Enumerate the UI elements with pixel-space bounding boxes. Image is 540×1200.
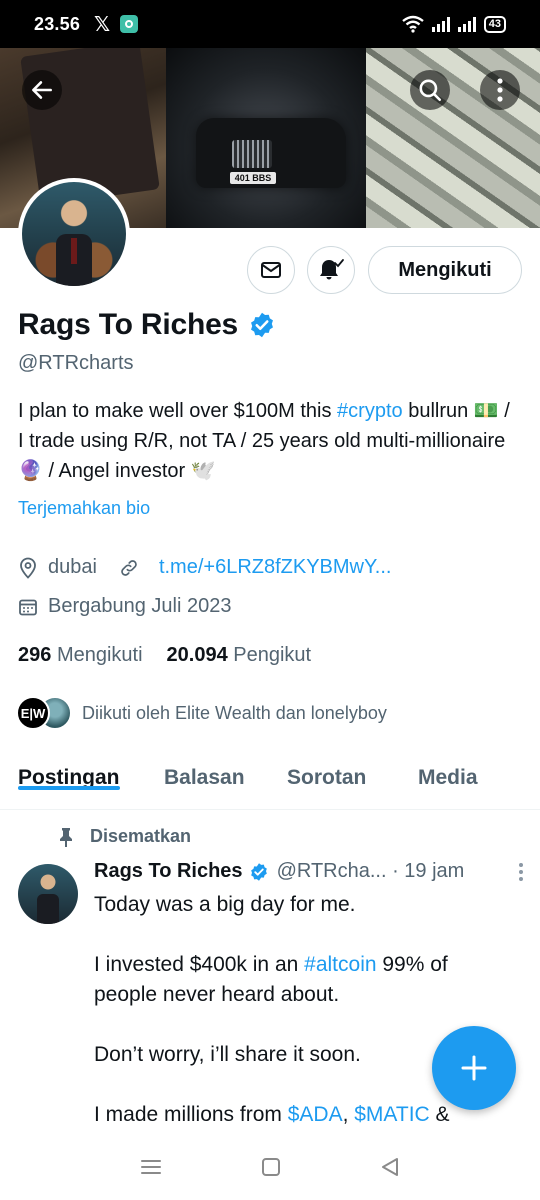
followers-label: Pengikut <box>233 644 312 666</box>
profile-stats: 296 Mengikuti 20.094 Pengikut <box>18 644 311 667</box>
battery-indicator: 43 <box>483 15 506 33</box>
profile-tabs: Postingan Balasan Sorotan Media <box>0 748 540 810</box>
profile-website-link[interactable]: t.me/+6LRZ8fZKYBMwY... <box>159 556 392 579</box>
calendar-icon <box>19 599 37 615</box>
verified-badge-icon <box>250 862 267 881</box>
tweet-text-segment: I made millions from <box>94 1103 288 1126</box>
followed-by-text: Diikuti oleh Elite Wealth dan lonelyboy <box>82 702 387 723</box>
tweet-more-icon[interactable] <box>518 862 524 882</box>
tweet-text-segment: , <box>342 1103 355 1126</box>
status-indicators: 43 <box>402 15 506 33</box>
signal-1-icon <box>431 16 450 32</box>
bell-check-icon <box>320 259 344 280</box>
bio-hashtag-crypto[interactable]: #crypto <box>337 400 403 422</box>
verified-badge-icon[interactable] <box>248 311 276 339</box>
profile-meta-joined: Bergabung Juli 2023 <box>18 595 231 618</box>
system-navigation-bar <box>0 1134 540 1200</box>
tweet-paragraph-1: Today was a big day for me. <box>94 893 356 916</box>
back-triangle-icon[interactable] <box>380 1157 400 1177</box>
pin-icon <box>60 827 72 847</box>
link-icon <box>121 559 137 576</box>
back-button[interactable] <box>22 70 62 110</box>
app-notification-icon <box>120 15 139 33</box>
pinned-indicator: Disematkan <box>58 826 191 847</box>
cashtag-ada[interactable]: $ADA <box>288 1103 343 1126</box>
search-button[interactable] <box>410 70 450 110</box>
following-stat[interactable]: 296 Mengikuti <box>18 644 143 667</box>
joined-text: Bergabung Juli 2023 <box>48 595 232 617</box>
status-bar: 23.56 𝕏 43 <box>0 0 540 48</box>
location-text: dubai <box>48 556 97 578</box>
hashtag-altcoin[interactable]: #altcoin <box>304 953 376 976</box>
followers-stat[interactable]: 20.094 Pengikut <box>167 644 312 667</box>
search-icon <box>419 79 442 102</box>
following-button[interactable]: Mengikuti <box>368 246 522 294</box>
followed-by-row[interactable]: E|W Diikuti oleh Elite Wealth dan lonely… <box>16 696 387 730</box>
envelope-icon <box>261 262 281 278</box>
plus-icon <box>461 1055 487 1081</box>
avatar-image <box>22 182 126 286</box>
tab-highlights[interactable]: Sorotan <box>287 748 366 790</box>
banner-car-image: 401 BBS <box>166 48 366 228</box>
translate-bio-link[interactable]: Terjemahkan bio <box>18 498 150 519</box>
tweet-paragraph-4: I made millions from $ADA, $MATIC & <box>94 1100 514 1130</box>
notifications-button[interactable] <box>307 246 355 294</box>
tab-replies[interactable]: Balasan <box>164 748 245 790</box>
bio-text-1: I plan to make well over $100M this <box>18 400 338 422</box>
home-icon[interactable] <box>261 1157 281 1177</box>
location-pin-icon <box>20 557 36 579</box>
profile-name: Rags To Riches <box>18 308 239 341</box>
tweet-author-name[interactable]: Rags To Riches <box>94 860 243 883</box>
tweet-handle-time: @RTRcha... · 19 jam <box>276 860 465 882</box>
arrow-left-icon <box>32 81 52 99</box>
elite-wealth-avatar: E|W <box>16 696 50 730</box>
tweet-paragraph-2: I invested $400k in an #altcoin 99% of p… <box>94 950 514 1010</box>
status-time: 23.56 <box>34 13 81 34</box>
tweet-text-segment: & <box>429 1103 450 1126</box>
following-label: Mengikuti <box>56 644 143 666</box>
tweet-header: Rags To Riches @RTRcha... · 19 jam <box>94 860 524 883</box>
tab-posts[interactable]: Postingan <box>18 748 120 790</box>
profile-handle: @RTRcharts <box>18 352 134 374</box>
profile-meta-location: dubai t.me/+6LRZ8fZKYBMwY... <box>18 556 391 579</box>
more-options-button[interactable] <box>480 70 520 110</box>
car-plate: 401 BBS <box>230 172 276 184</box>
tweet-text[interactable]: Today was a big day for me. I invested $… <box>94 890 514 1160</box>
following-count: 296 <box>18 644 52 666</box>
message-button[interactable] <box>247 246 295 294</box>
pinned-label: Disematkan <box>90 826 192 846</box>
signal-2-icon <box>457 16 476 32</box>
tab-media[interactable]: Media <box>418 748 478 790</box>
tweet-author-avatar[interactable] <box>18 864 78 924</box>
followers-count: 20.094 <box>166 644 228 666</box>
compose-post-button[interactable] <box>432 1026 516 1110</box>
profile-avatar[interactable] <box>18 178 130 290</box>
recent-apps-icon[interactable] <box>140 1158 162 1176</box>
x-logo-icon: 𝕏 <box>94 13 111 36</box>
tweet-text-segment: I invested $400k in an <box>94 953 305 976</box>
profile-name-row: Rags To Riches <box>18 308 276 342</box>
cashtag-matic[interactable]: $MATIC <box>354 1103 429 1126</box>
profile-bio: I plan to make well over $100M this #cry… <box>18 396 518 486</box>
more-vertical-icon <box>497 78 503 102</box>
wifi-icon <box>402 15 424 33</box>
